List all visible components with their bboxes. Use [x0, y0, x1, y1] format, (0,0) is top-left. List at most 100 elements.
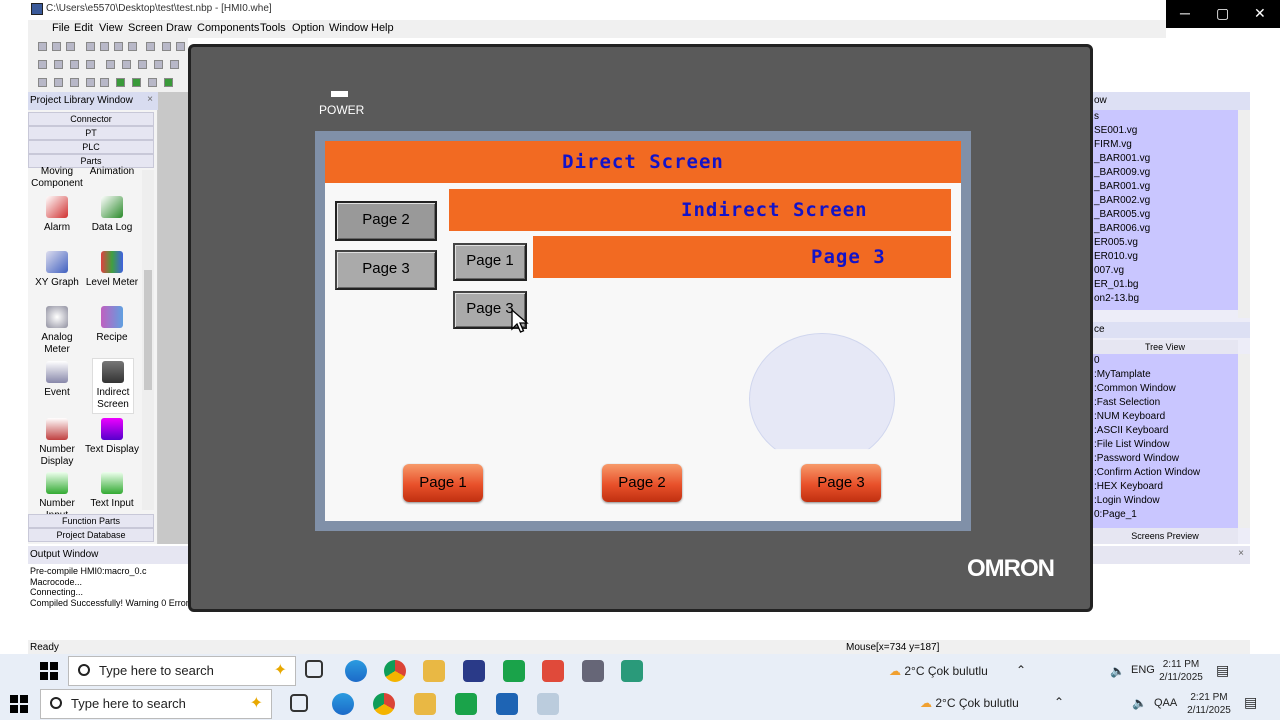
layer-icon[interactable]: [54, 78, 63, 87]
tree-item[interactable]: :MyTamplate: [1092, 368, 1238, 382]
tree-item[interactable]: 0:Page_1: [1092, 508, 1238, 522]
lock-icon[interactable]: [100, 78, 109, 87]
tray-chevron-icon[interactable]: ⌃: [1054, 695, 1064, 709]
list-item[interactable]: _BAR005.vg: [1092, 208, 1238, 222]
tree-item[interactable]: :Login Window: [1092, 494, 1238, 508]
part-data-log[interactable]: Data Log: [84, 196, 140, 234]
menu-draw[interactable]: Draw: [166, 22, 192, 34]
menu-components[interactable]: Components: [197, 22, 259, 34]
category-connector[interactable]: Connector: [28, 112, 154, 126]
tree-item[interactable]: :Password Window: [1092, 452, 1238, 466]
nb-designer-icon[interactable]: [463, 660, 485, 682]
align-right-icon[interactable]: [70, 60, 79, 69]
input-language[interactable]: QAA: [1154, 697, 1177, 709]
open-icon[interactable]: [52, 42, 61, 51]
paste-icon[interactable]: [114, 42, 123, 51]
grid-icon[interactable]: [38, 78, 47, 87]
bottom-page2-button[interactable]: Page 2: [602, 464, 682, 502]
output-close-button[interactable]: ×: [1238, 548, 1244, 559]
tree-item[interactable]: 0: [1092, 354, 1238, 368]
volume-icon[interactable]: 🔈: [1110, 664, 1125, 678]
file-explorer-icon[interactable]: [423, 660, 445, 682]
list-item[interactable]: _BAR009.vg: [1092, 166, 1238, 180]
stop-icon[interactable]: [146, 42, 155, 51]
list-item[interactable]: on2-13.bg: [1092, 292, 1238, 306]
part-indirect-screen[interactable]: Indirect Screen: [92, 358, 134, 414]
category-pt[interactable]: PT: [28, 126, 154, 140]
list-item[interactable]: ER010.vg: [1092, 250, 1238, 264]
taskbar-search-input[interactable]: Type here to search ✦: [68, 656, 296, 686]
camtasia-icon[interactable]: [455, 693, 477, 715]
tree-item[interactable]: :File List Window: [1092, 438, 1238, 452]
direct-page3-button[interactable]: Page 3: [335, 250, 437, 290]
category-plc[interactable]: PLC: [28, 140, 154, 154]
category-function-parts[interactable]: Function Parts: [28, 514, 154, 528]
part-moving-component[interactable]: Moving Component: [29, 166, 85, 190]
panel-close-button[interactable]: ×: [147, 94, 153, 105]
download-icon[interactable]: [132, 78, 141, 87]
task-view-icon[interactable]: [290, 694, 308, 712]
list-item[interactable]: _BAR001.vg: [1092, 180, 1238, 194]
list-item[interactable]: SE001.vg: [1092, 124, 1238, 138]
scroll-thumb[interactable]: [144, 270, 152, 390]
input-language[interactable]: ENG: [1131, 664, 1155, 676]
taskbar-clock[interactable]: 2:21 PM 2/11/2025: [1184, 691, 1234, 717]
list-item[interactable]: ER005.vg: [1092, 236, 1238, 250]
part-animation[interactable]: Animation: [84, 166, 140, 178]
task-view-icon[interactable]: [305, 660, 323, 678]
taskbar-search-input[interactable]: Type here to search ✦: [40, 689, 272, 719]
align-top-icon[interactable]: [106, 60, 115, 69]
list-item[interactable]: _BAR001.vg: [1092, 152, 1238, 166]
undo-icon[interactable]: [162, 42, 171, 51]
distribute-icon[interactable]: [138, 60, 147, 69]
part-event[interactable]: Event: [29, 361, 85, 399]
menu-file[interactable]: File: [52, 22, 70, 34]
chrome-icon[interactable]: [373, 693, 395, 715]
start-windows-icon[interactable]: [40, 662, 58, 680]
align-bottom-icon[interactable]: [86, 60, 95, 69]
tree-item[interactable]: :Common Window: [1092, 382, 1238, 396]
part-recipe[interactable]: Recipe: [84, 306, 140, 344]
menu-help[interactable]: Help: [371, 22, 394, 34]
ungroup-icon[interactable]: [86, 78, 95, 87]
part-analog-meter[interactable]: Analog Meter: [29, 306, 85, 356]
group-icon[interactable]: [70, 78, 79, 87]
tree-item[interactable]: :ASCII Keyboard: [1092, 424, 1238, 438]
edge-icon[interactable]: [332, 693, 354, 715]
part-level-meter[interactable]: Level Meter: [84, 251, 140, 289]
list-item[interactable]: _BAR002.vg: [1092, 194, 1238, 208]
align-center-icon[interactable]: [54, 60, 63, 69]
network-tool-icon[interactable]: [582, 660, 604, 682]
tree-scrollbar[interactable]: [1238, 354, 1250, 528]
list-item[interactable]: s: [1092, 110, 1238, 124]
start-windows-icon[interactable]: [10, 695, 28, 713]
simulator-icon[interactable]: [621, 660, 643, 682]
align-left-icon[interactable]: [38, 60, 47, 69]
size-icon[interactable]: [170, 60, 179, 69]
copy-icon[interactable]: [100, 42, 109, 51]
close-button[interactable]: ✕: [1254, 5, 1266, 22]
volume-icon[interactable]: 🔈: [1132, 696, 1147, 710]
bottom-page3-button[interactable]: Page 3: [801, 464, 881, 502]
save-icon[interactable]: [66, 42, 75, 51]
duplicate-icon[interactable]: [128, 42, 137, 51]
edge-icon[interactable]: [345, 660, 367, 682]
indirect-page1-button[interactable]: Page 1: [453, 243, 527, 281]
menu-tools[interactable]: Tools: [260, 22, 286, 34]
notification-icon[interactable]: ▤: [1216, 662, 1229, 679]
part-number-display[interactable]: Number Display: [29, 418, 85, 468]
part-number-input[interactable]: Number Input: [29, 472, 85, 514]
menu-screen[interactable]: Screen: [128, 22, 163, 34]
tree-view-tab[interactable]: Tree View: [1092, 340, 1238, 354]
menu-option[interactable]: Option: [292, 22, 324, 34]
cut-icon[interactable]: [86, 42, 95, 51]
align-middle-icon[interactable]: [122, 60, 131, 69]
minimize-button[interactable]: ─: [1180, 5, 1190, 21]
library-scrollbar[interactable]: [142, 170, 154, 510]
part-alarm[interactable]: Alarm: [29, 196, 85, 234]
recorder-icon[interactable]: [496, 693, 518, 715]
tray-chevron-icon[interactable]: ⌃: [1016, 663, 1026, 677]
menu-edit[interactable]: Edit: [74, 22, 93, 34]
distribute-vertical-icon[interactable]: [154, 60, 163, 69]
part-text-display[interactable]: Text Display: [84, 418, 140, 456]
